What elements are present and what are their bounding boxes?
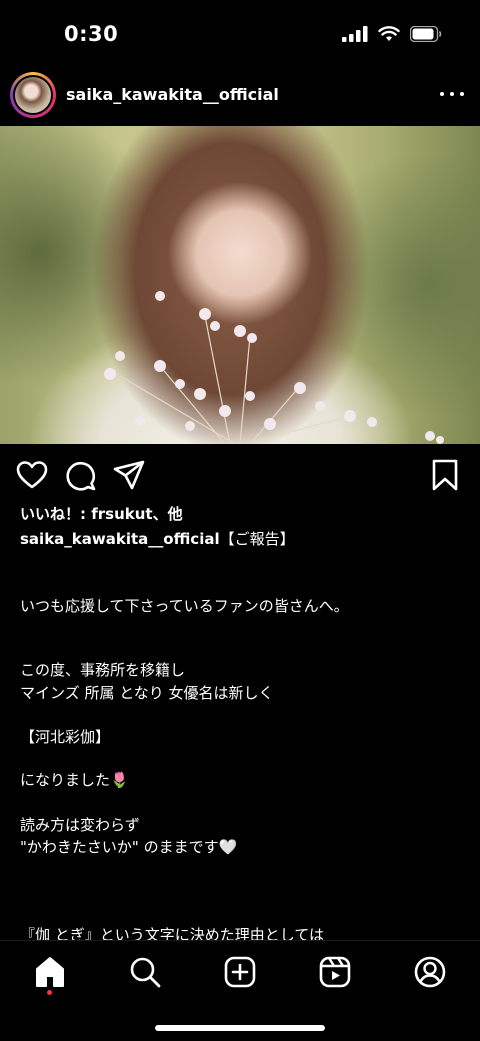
photo-flowers	[104, 291, 444, 444]
home-notification-dot	[47, 990, 52, 995]
home-icon[interactable]	[33, 955, 67, 989]
home-indicator[interactable]	[155, 1025, 325, 1031]
more-options-button[interactable]	[440, 82, 464, 106]
bottom-nav	[0, 940, 480, 1041]
comment-icon[interactable]	[64, 458, 98, 492]
likes-text[interactable]: いいね！: frsukut、他	[20, 503, 183, 524]
signal-icon	[342, 26, 368, 42]
caption-head: saika_kawakita__official【ご報告】	[20, 528, 295, 549]
caption-line: この度、事務所を移籍し	[20, 661, 186, 679]
reels-icon[interactable]	[318, 955, 352, 989]
profile-icon[interactable]	[413, 955, 447, 989]
caption-line: マインズ 所属 となり 女優名は新しく	[20, 684, 274, 702]
caption-line: 【河北彩伽】	[20, 728, 111, 746]
more-dot-icon	[440, 92, 444, 96]
avatar[interactable]	[13, 75, 53, 115]
avatar-story-ring[interactable]	[10, 72, 56, 118]
wifi-icon	[378, 26, 400, 41]
caption-line: 読み方は変わらず	[20, 816, 140, 834]
heart-icon[interactable]	[15, 458, 49, 492]
caption-line: になりました🌷	[20, 771, 129, 789]
more-dot-icon	[460, 92, 464, 96]
caption-line: いつも応援して下さっているファンの皆さんへ。	[20, 597, 349, 615]
caption-line: "かわきたさいか" のままです🤍	[20, 838, 238, 856]
create-icon[interactable]	[223, 955, 257, 989]
more-dot-icon	[450, 92, 454, 96]
battery-icon	[410, 26, 442, 42]
status-icons	[342, 26, 442, 42]
bookmark-icon[interactable]	[428, 458, 462, 492]
status-bar: 0:30	[0, 0, 480, 66]
caption-username[interactable]: saika_kawakita__official	[20, 530, 220, 548]
status-time: 0:30	[64, 22, 119, 46]
paper-plane-icon[interactable]	[112, 458, 146, 492]
post-actions	[0, 454, 480, 496]
post-username[interactable]: saika_kawakita__official	[66, 85, 279, 104]
post-header: saika_kawakita__official	[0, 66, 480, 126]
caption-first: 【ご報告】	[219, 530, 295, 548]
post-photo[interactable]	[0, 126, 480, 444]
search-icon[interactable]	[128, 955, 162, 989]
